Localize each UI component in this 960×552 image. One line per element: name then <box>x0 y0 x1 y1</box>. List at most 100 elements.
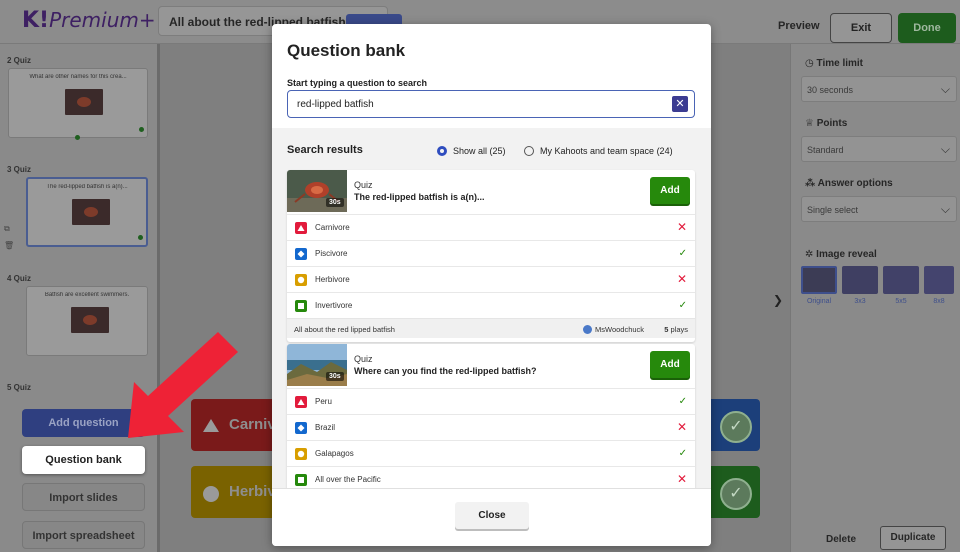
exit-button[interactable]: Exit <box>830 13 892 43</box>
close-button[interactable]: Close <box>455 502 529 529</box>
preview-button[interactable]: Preview <box>778 20 820 32</box>
square-icon <box>295 300 307 312</box>
filter-mine-radio[interactable]: My Kahoots and team space (24) <box>524 146 673 156</box>
incorrect-icon: ✕ <box>676 472 687 486</box>
delete-button[interactable]: Delete <box>826 534 856 545</box>
plays-count: 5 plays <box>664 325 688 334</box>
slide-label: 4 Quiz <box>7 274 32 283</box>
source-kahoot-title[interactable]: All about the red lipped batfish <box>294 325 395 334</box>
answer-text: Peru <box>315 397 332 406</box>
import-slides-button[interactable]: Import slides <box>22 483 145 511</box>
reveal-option-3x3[interactable] <box>842 266 878 294</box>
time-limit-value: 30 seconds <box>807 85 854 95</box>
slide-image <box>72 199 110 225</box>
reveal-label: 3x3 <box>854 298 866 305</box>
done-button[interactable]: Done <box>898 13 956 43</box>
kahoot-logo: K!Premium+ <box>22 8 156 33</box>
correct-check-icon[interactable]: ✓ <box>720 478 752 510</box>
filter-all-label: Show all (25) <box>453 146 506 156</box>
answer-row: Herbivore ✕ <box>287 266 695 292</box>
answer-options-select[interactable]: Single select ⌵ <box>801 196 957 222</box>
correct-check-icon[interactable]: ✓ <box>720 411 752 443</box>
question-source-footer: All about the red lipped batfish MsWoodc… <box>287 318 695 338</box>
points-label: Points <box>816 118 848 129</box>
diamond-icon <box>295 248 307 260</box>
logo-k: K! <box>22 8 50 33</box>
answer-text: Herbivore <box>315 275 350 284</box>
slides-panel: 2 Quiz What are other names for this cre… <box>0 44 157 552</box>
plays-number: 5 <box>664 325 669 334</box>
slide-label: 2 Quiz <box>7 56 32 65</box>
add-question-1-button[interactable]: Add <box>650 177 690 204</box>
correct-icon: ✓ <box>678 448 687 459</box>
answer-tile-green[interactable]: ✓ <box>704 466 760 518</box>
answer-options-label: Answer options <box>817 178 893 189</box>
creator-username[interactable]: MsWoodchuck <box>583 325 644 334</box>
time-badge: 30s <box>326 198 344 207</box>
chevron-down-icon: ⌵ <box>940 202 950 216</box>
slide-question: The red-lipped batfish is a(n)... <box>46 184 128 190</box>
import-spreadsheet-button[interactable]: Import spreadsheet <box>22 521 145 549</box>
radio-selected-icon <box>437 146 447 156</box>
reveal-label: Original <box>806 298 832 305</box>
question-thumbnail: 30s <box>287 344 347 386</box>
answer-options-heading: ⁂ Answer options <box>805 178 893 189</box>
incorrect-icon: ✕ <box>676 220 687 234</box>
sparkle-icon: ✲ <box>805 249 817 260</box>
question-text: Where can you find the red-lipped batfis… <box>354 366 537 376</box>
diamond-icon <box>295 422 307 434</box>
answer-text: Galapagos <box>315 449 354 458</box>
question-type: Quiz <box>354 180 373 190</box>
points-select[interactable]: Standard ⌵ <box>801 136 957 162</box>
correct-icon: ✓ <box>678 248 687 259</box>
square-icon <box>295 474 307 486</box>
answer-options-value: Single select <box>807 205 859 215</box>
avatar <box>583 325 592 334</box>
delete-slide-icon[interactable]: 🗑 <box>4 241 14 250</box>
question-type: Quiz <box>354 354 373 364</box>
reveal-label: 5x5 <box>895 298 907 305</box>
filter-mine-label: My Kahoots and team space (24) <box>540 146 673 156</box>
answer-row: Invertivore ✓ <box>287 292 695 318</box>
clock-icon: ◷ <box>805 58 817 69</box>
red-arrow-annotation <box>128 332 238 438</box>
slide-label: 5 Quiz <box>7 383 32 392</box>
correct-icon: ✓ <box>678 300 687 311</box>
slide-dot <box>75 135 80 140</box>
slide-thumbnail[interactable]: The red-lipped batfish is a(n)... <box>26 177 148 247</box>
question-text: The red-lipped batfish is a(n)... <box>354 192 485 202</box>
question-result-header: 30s Quiz The red-lipped batfish is a(n).… <box>287 170 695 212</box>
answer-tile-blue[interactable]: ✓ <box>704 399 760 451</box>
modal-footer: Close <box>272 488 711 546</box>
radio-unselected-icon <box>524 146 534 156</box>
question-result-header: 30s Quiz Where can you find the red-lipp… <box>287 344 695 386</box>
chevron-right-icon[interactable]: ❯ <box>768 290 788 310</box>
add-question-2-button[interactable]: Add <box>650 351 690 378</box>
username: MsWoodchuck <box>595 325 645 334</box>
answer-tile-yellow[interactable]: Herbiv <box>191 466 281 518</box>
filter-show-all-radio[interactable]: Show all (25) <box>437 146 506 156</box>
search-value: red-lipped batfish <box>297 99 374 110</box>
duplicate-button[interactable]: Duplicate <box>880 526 946 550</box>
answer-row: Brazil ✕ <box>287 414 695 440</box>
time-limit-heading: ◷ Time limit <box>805 58 863 69</box>
answer-text: Herbiv <box>229 483 276 500</box>
clear-search-icon[interactable]: ✕ <box>672 96 688 112</box>
question-bank-button[interactable]: Question bank <box>22 446 145 474</box>
slide-thumbnail[interactable]: What are other names for this crea... <box>8 68 148 140</box>
modal-title: Question bank <box>287 41 406 60</box>
search-results-title: Search results <box>287 144 363 156</box>
trophy-icon: ♕ <box>805 118 817 129</box>
time-limit-select[interactable]: 30 seconds ⌵ <box>801 76 957 102</box>
answer-row: Peru ✓ <box>287 388 695 414</box>
reveal-option-5x5[interactable] <box>883 266 919 294</box>
reveal-label: 8x8 <box>933 298 945 305</box>
reveal-option-8x8[interactable] <box>924 266 954 294</box>
answer-row: Carnivore ✕ <box>287 214 695 240</box>
question-search-input[interactable]: red-lipped batfish ✕ <box>287 90 695 118</box>
reveal-option-original[interactable] <box>801 266 837 294</box>
points-value: Standard <box>807 145 844 155</box>
answer-row: Piscivore ✓ <box>287 240 695 266</box>
duplicate-slide-icon[interactable]: ⧉ <box>4 224 10 234</box>
search-results-area[interactable]: Search results Show all (25) My Kahoots … <box>272 128 711 488</box>
